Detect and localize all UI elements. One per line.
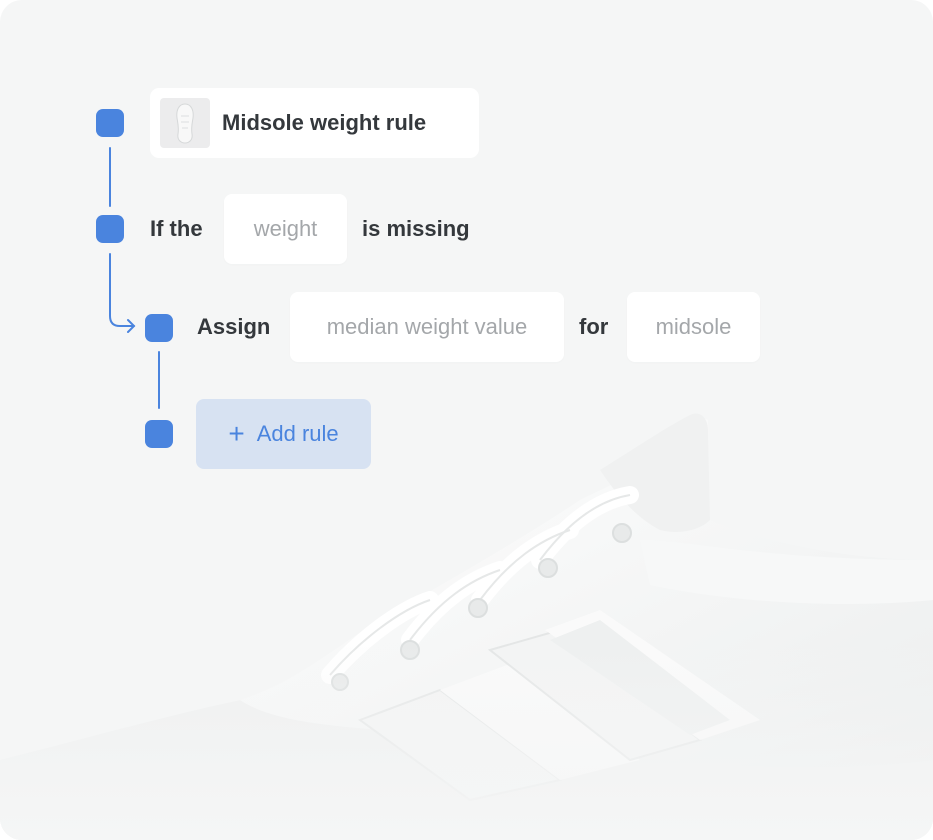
action-connector-label: for: [579, 314, 609, 339]
step-node-condition: [96, 215, 124, 243]
step-node-action: [145, 314, 173, 342]
step-node-add: [145, 420, 173, 448]
plus-icon: +: [228, 418, 245, 449]
action-verb-label: Assign: [197, 314, 271, 339]
step-node-rule: [96, 109, 124, 137]
shoe-sole-icon: [160, 98, 210, 148]
add-rule-label: Add rule: [256, 421, 339, 446]
add-rule-button[interactable]: + Add rule: [196, 399, 371, 469]
condition-suffix-label: is missing: [362, 216, 470, 241]
rule-builder-card: Midsole weight rule If the weight is mis…: [0, 0, 933, 840]
rule-title-card[interactable]: Midsole weight rule: [150, 88, 479, 158]
action-value-select[interactable]: median weight value: [290, 292, 564, 362]
condition-field-select[interactable]: weight: [224, 194, 347, 264]
rule-title: Midsole weight rule: [222, 110, 427, 135]
condition-prefix-label: If the: [150, 216, 203, 241]
action-target-select[interactable]: midsole: [627, 292, 760, 362]
